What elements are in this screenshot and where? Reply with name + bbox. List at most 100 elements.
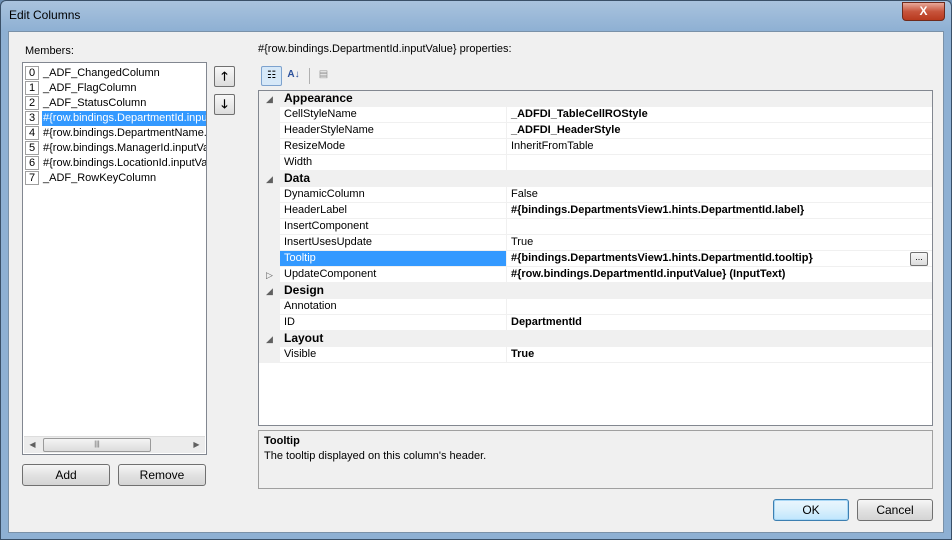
add-button[interactable]: Add [22,464,110,486]
member-index: 0 [25,66,39,80]
property-value[interactable]: #{bindings.DepartmentsView1.hints.Depart… [507,203,932,219]
list-item[interactable]: 0 _ADF_ChangedColumn [25,66,206,81]
property-row[interactable]: HeaderStyleName _ADFDI_HeaderStyle [259,123,932,139]
members-list[interactable]: 7 _ADF_RowKeyColumn 6 #{row.bindings.Locati… [22,62,207,455]
window-title: Edit Columns [9,8,81,22]
row-gutter [259,155,280,171]
property-value[interactable] [507,155,932,171]
category-name: Design [284,283,325,297]
row-gutter [259,219,280,235]
property-value[interactable]: _ADFDI_HeaderStyle [507,123,932,139]
property-category-row[interactable]: ◢ Design [259,283,932,299]
property-name: ResizeMode [280,139,507,155]
row-gutter [259,203,280,219]
property-value[interactable]: DepartmentId [507,315,932,331]
property-row[interactable]: Annotation [259,299,932,315]
collapse-triangle-icon[interactable]: ◢ [259,91,280,107]
remove-button[interactable]: Remove [118,464,206,486]
toolbar-separator [309,68,310,84]
member-index: 1 [25,81,39,95]
members-label: Members: [25,45,74,57]
member-index: 7 [25,171,39,185]
property-row[interactable]: InsertUsesUpdate True [259,235,932,251]
list-item[interactable]: 7 _ADF_RowKeyColumn [25,171,206,186]
list-item[interactable]: 4 #{row.bindings.DepartmentName.inputValu… [25,126,206,141]
arrow-up-icon: 🡑 [221,69,228,83]
cancel-button[interactable]: Cancel [857,499,933,521]
member-index: 3 [25,111,39,125]
property-row[interactable]: ▷ UpdateComponent #{row.bindings.Departmen… [259,267,932,283]
property-value[interactable]: True [507,235,932,251]
list-item[interactable]: 2 _ADF_StatusColumn [25,96,206,111]
property-name: Visible [280,347,507,363]
ellipsis-button[interactable]: ... [910,252,928,266]
categorized-view-button[interactable]: ☷ [261,66,282,86]
row-gutter [259,139,280,155]
property-value[interactable]: False [507,187,932,203]
row-gutter [259,347,280,363]
collapse-triangle-icon[interactable]: ◢ [259,283,280,299]
scroll-thumb[interactable]: ||| [43,438,151,452]
member-name: #{row.bindings.DepartmentName.inputValue… [43,127,206,139]
dialog-client-area: Members: 7 _ADF_RowKeyColumn 6 #{row.bindin… [8,31,944,533]
sort-az-icon: A↓ [287,69,300,80]
property-row[interactable]: InsertComponent [259,219,932,235]
move-down-button[interactable]: 🡓 [214,94,235,115]
property-name: InsertUsesUpdate [280,235,507,251]
ok-button[interactable]: OK [773,499,849,521]
property-grid-toolbar: ☷ A↓ ▤ [258,65,378,87]
collapse-triangle-icon[interactable]: ◢ [259,331,280,347]
property-row[interactable]: ID DepartmentId [259,315,932,331]
category-name: Appearance [284,91,353,105]
property-name: HeaderStyleName [280,123,507,139]
property-category-row[interactable]: ◢ Data [259,171,932,187]
property-row[interactable]: HeaderLabel #{bindings.DepartmentsView1.h… [259,203,932,219]
property-value[interactable]: _ADFDI_TableCellROStyle [507,107,932,123]
row-gutter [259,235,280,251]
property-name: Width [280,155,507,171]
expand-triangle-icon[interactable]: ▷ [259,267,280,283]
property-value[interactable]: True [507,347,932,363]
property-name: DynamicColumn [280,187,507,203]
properties-label: #{row.bindings.DepartmentId.inputValue} … [258,43,512,55]
property-pages-button[interactable]: ▤ [313,66,334,86]
category-name: Layout [284,331,324,345]
description-title: Tooltip [264,435,300,447]
scroll-right-arrow-icon[interactable]: ▶ [188,437,205,453]
row-gutter [259,315,280,331]
member-name: _ADF_ChangedColumn [43,67,160,79]
property-row[interactable]: ResizeMode InheritFromTable [259,139,932,155]
scroll-left-arrow-icon[interactable]: ◀ [24,437,41,453]
property-value[interactable]: InheritFromTable [507,139,932,155]
alphabetical-sort-button[interactable]: A↓ [283,66,304,86]
property-category-row[interactable]: ◢ Appearance [259,91,932,107]
property-row[interactable]: Width [259,155,932,171]
members-horizontal-scrollbar[interactable]: ◀ ||| ▶ [24,436,205,453]
property-grid[interactable]: ◢ Appearance CellStyleName _ADFDI_TableCell… [258,90,933,426]
list-item[interactable]: 6 #{row.bindings.LocationId.inputValue} [25,156,206,171]
collapse-triangle-icon[interactable]: ◢ [259,171,280,187]
property-value[interactable]: #{bindings.DepartmentsView1.hints.Depart… [507,251,932,267]
list-item[interactable]: 1 _ADF_FlagColumn [25,81,206,96]
property-row[interactable]: Visible True [259,347,932,363]
property-name: HeaderLabel [280,203,507,219]
property-row[interactable]: CellStyleName _ADFDI_TableCellROStyle [259,107,932,123]
list-item[interactable]: 5 #{row.bindings.ManagerId.inputValue} [25,141,206,156]
property-value[interactable] [507,219,932,235]
row-gutter [259,123,280,139]
property-name: Tooltip [280,251,507,267]
property-category-row[interactable]: ◢ Layout [259,331,932,347]
member-name: #{row.bindings.DepartmentId.inputValue} [42,111,206,126]
property-value[interactable] [507,299,932,315]
category-name: Data [284,171,311,185]
row-gutter [259,187,280,203]
property-name: CellStyleName [280,107,507,123]
arrow-down-icon: 🡓 [221,97,228,111]
property-name: Annotation [280,299,507,315]
property-value[interactable]: #{row.bindings.DepartmentId.inputValue} … [507,267,932,283]
property-row[interactable]: DynamicColumn False [259,187,932,203]
property-row[interactable]: Tooltip #{bindings.DepartmentsView1.hints… [259,251,932,267]
move-up-button[interactable]: 🡑 [214,66,235,87]
close-button[interactable]: X [902,2,945,21]
list-item[interactable]: 3#{row.bindings.DepartmentId.inputValue} [25,111,206,126]
